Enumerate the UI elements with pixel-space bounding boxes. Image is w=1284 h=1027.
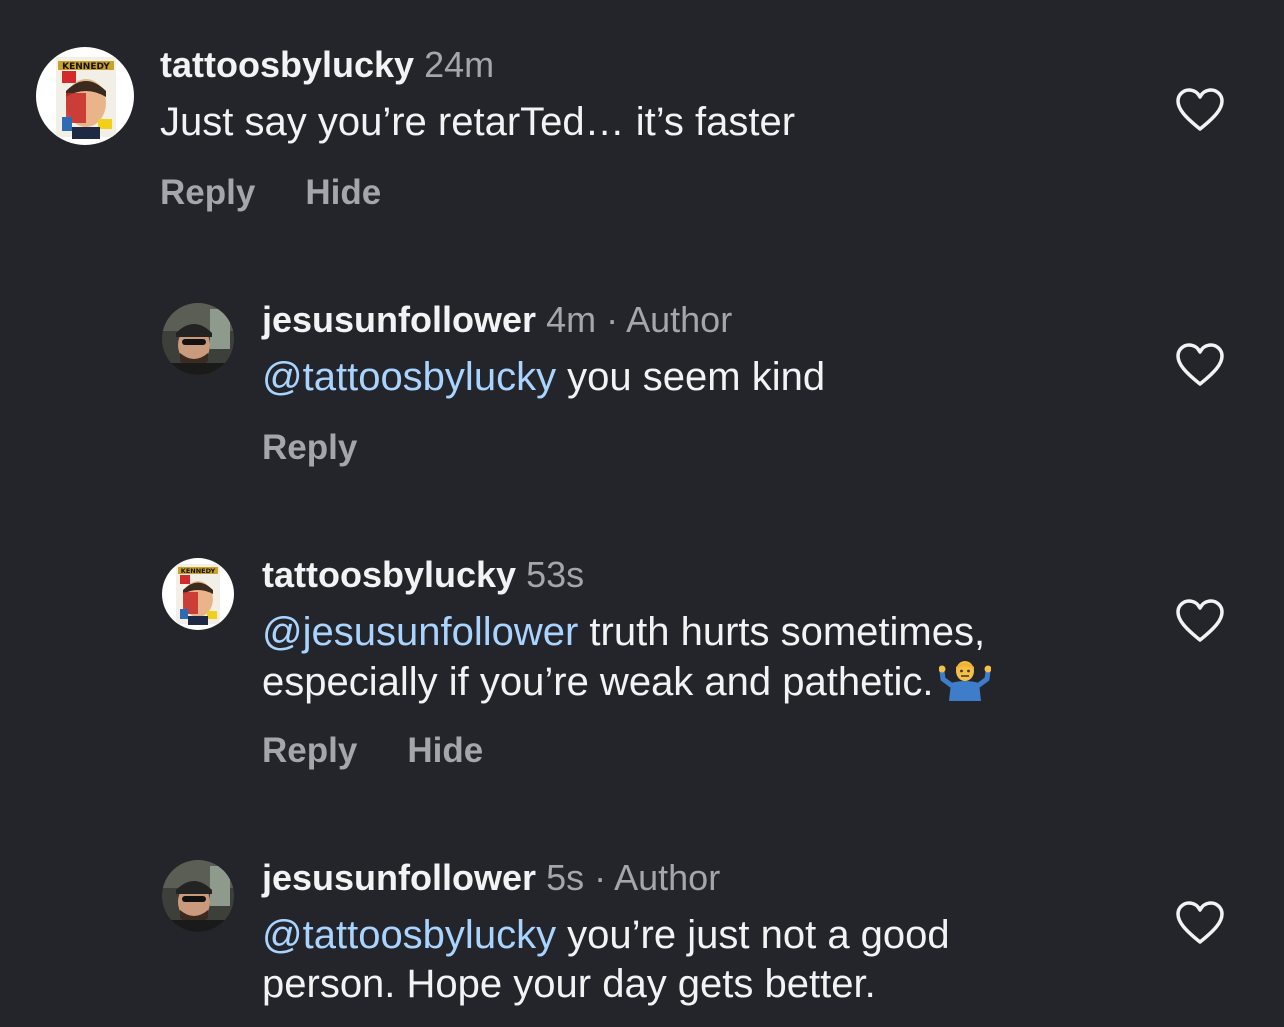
author-tag: Author — [626, 299, 733, 340]
timestamp: 5s — [546, 857, 585, 898]
reply-button[interactable]: Reply — [262, 731, 357, 770]
mention-link[interactable]: @jesusunfollower — [262, 610, 578, 654]
hide-button[interactable]: Hide — [305, 173, 381, 212]
mention-link[interactable]: @tattoosbylucky — [262, 355, 556, 399]
comment-meta: jesusunfollower 5s · Author — [262, 858, 720, 898]
comment-actions: Reply Hide — [262, 731, 483, 771]
heart-outline-icon[interactable] — [1175, 598, 1225, 644]
timestamp: 4m — [546, 299, 597, 340]
comment-meta: tattoosbylucky 24m — [160, 45, 494, 85]
heart-outline-icon[interactable] — [1175, 900, 1225, 946]
avatar[interactable] — [162, 303, 234, 375]
separator: · — [594, 857, 607, 898]
comment-text: @tattoosbylucky you’re just not a good p… — [262, 911, 1142, 1009]
comment-actions: Reply — [262, 428, 357, 468]
username[interactable]: tattoosbylucky — [262, 554, 516, 595]
heart-outline-icon[interactable] — [1175, 87, 1225, 133]
username[interactable]: jesusunfollower — [262, 299, 536, 340]
comment-meta: tattoosbylucky 53s — [262, 555, 584, 595]
comment-thread: KENNEDY tattoosbylucky 24m Just say you’… — [0, 0, 1284, 1027]
username[interactable]: jesusunfollower — [262, 857, 536, 898]
reply-button[interactable]: Reply — [262, 428, 357, 467]
avatar[interactable] — [162, 860, 234, 932]
mention-link[interactable]: @tattoosbylucky — [262, 913, 556, 957]
comment-text: Just say you’re retarTed… it’s faster — [160, 98, 1040, 147]
avatar[interactable]: KENNEDY — [162, 558, 234, 630]
reply-button[interactable]: Reply — [160, 173, 255, 212]
separator: · — [606, 299, 619, 340]
hide-button[interactable]: Hide — [407, 731, 483, 770]
comment-text: @jesusunfollower truth hurts sometimes, … — [262, 608, 1142, 713]
avatar[interactable]: KENNEDY — [36, 47, 134, 145]
timestamp: 53s — [526, 554, 585, 595]
timestamp: 24m — [424, 44, 495, 85]
author-tag: Author — [614, 857, 721, 898]
comment-actions: Reply Hide — [160, 173, 381, 213]
comment-text-content: Just say you’re retarTed… it’s faster — [160, 100, 796, 144]
svg-text:KENNEDY: KENNEDY — [181, 567, 216, 575]
svg-text:KENNEDY: KENNEDY — [62, 62, 110, 72]
username[interactable]: tattoosbylucky — [160, 44, 414, 85]
heart-outline-icon[interactable] — [1175, 342, 1225, 388]
comment-text-content: you seem kind — [556, 355, 826, 399]
comment-meta: jesusunfollower 4m · Author — [262, 300, 732, 340]
comment-text: @tattoosbylucky you seem kind — [262, 353, 1142, 402]
person-shrugging-emoji — [938, 657, 992, 713]
